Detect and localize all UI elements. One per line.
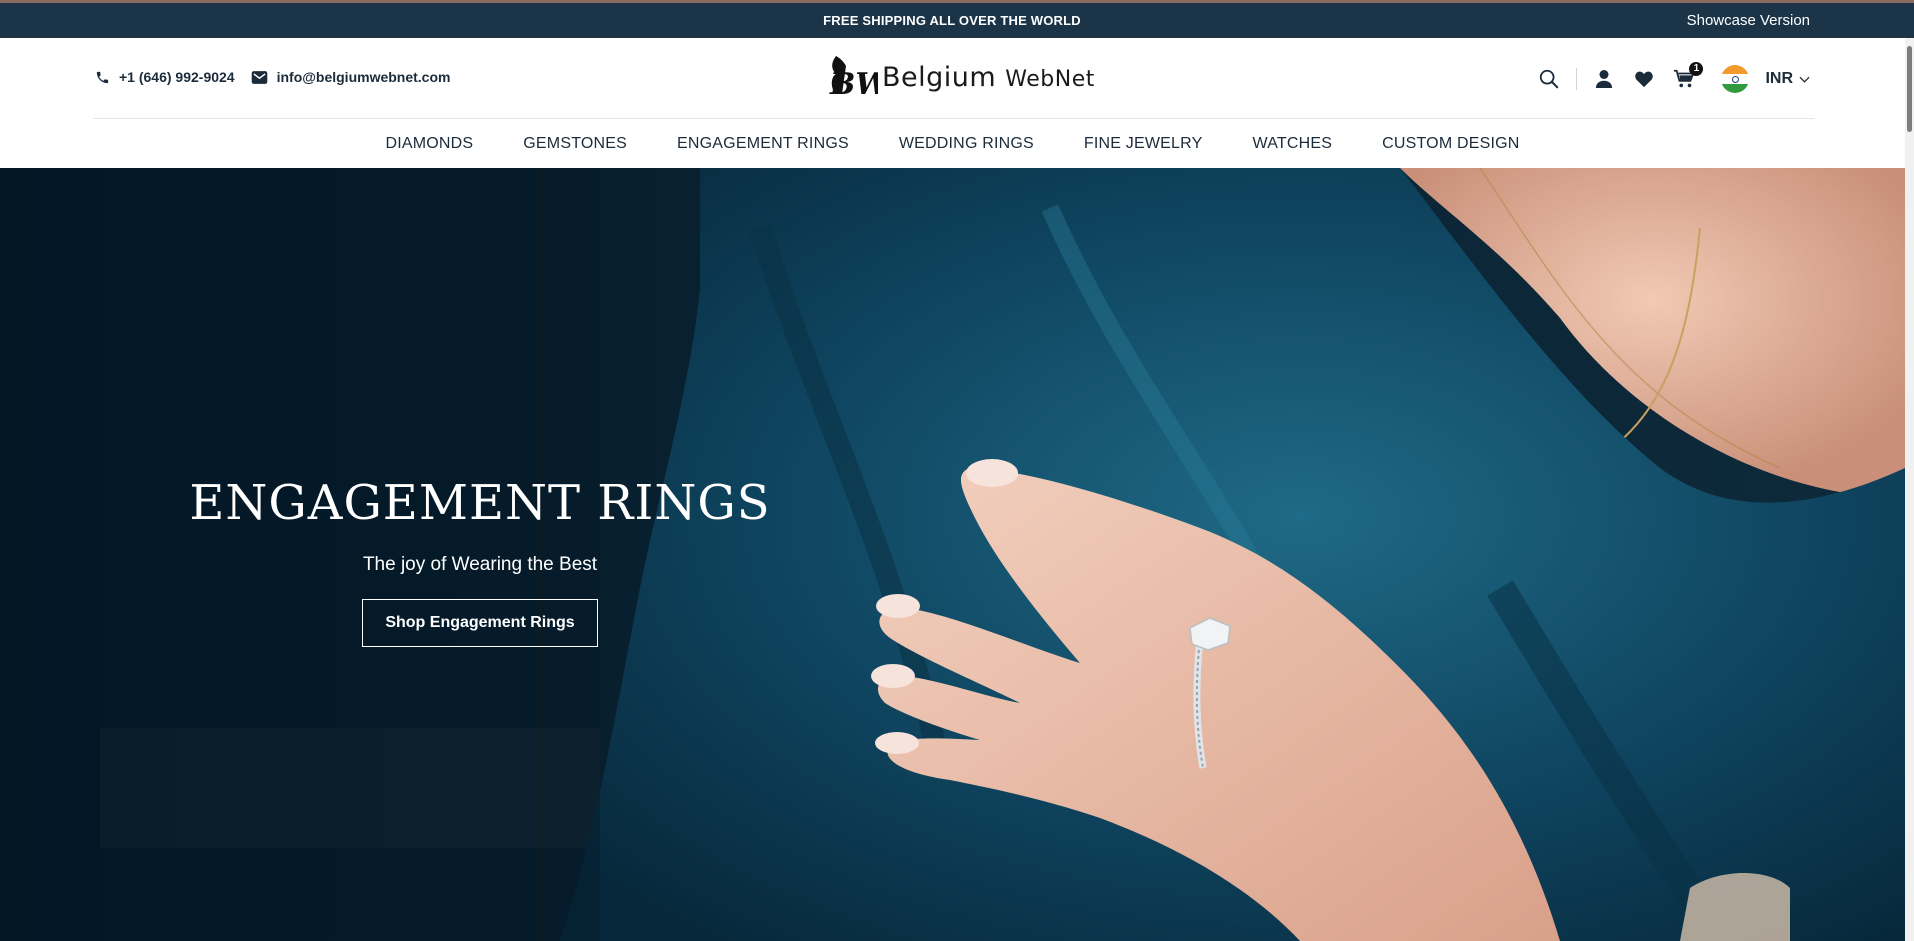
nav-item-watches[interactable]: WATCHES [1252, 135, 1332, 153]
brand-main: Belgium [882, 61, 997, 93]
logo-mark-icon: BW [829, 56, 878, 100]
announcement-bar: FREE SHIPPING ALL OVER THE WORLD Showcas… [0, 3, 1914, 38]
contact-info: +1 (646) 992-9024 info@belgiumwebnet.com [93, 68, 466, 86]
user-icon [1596, 70, 1613, 88]
wishlist-button[interactable] [1631, 66, 1657, 92]
scrollbar-thumb[interactable] [1907, 46, 1912, 132]
account-button[interactable] [1591, 66, 1617, 92]
search-button[interactable] [1536, 66, 1562, 92]
currency-label: INR [1765, 70, 1793, 87]
brand-logo[interactable]: BW Belgium WebNet [826, 54, 1095, 100]
nav-item-wedding-rings[interactable]: WEDDING RINGS [899, 135, 1034, 153]
free-shipping-message: FREE SHIPPING ALL OVER THE WORLD [823, 13, 1081, 28]
heart-icon [1635, 71, 1654, 88]
chevron-down-icon [1799, 76, 1810, 83]
cart-button[interactable]: 1 [1671, 62, 1704, 92]
nav-item-gemstones[interactable]: GEMSTONES [523, 135, 627, 153]
showcase-version-link[interactable]: Showcase Version [1687, 3, 1810, 38]
phone-link[interactable]: +1 (646) 992-9024 [93, 68, 235, 86]
phone-icon [93, 68, 111, 86]
nav-item-fine-jewelry[interactable]: FINE JEWELRY [1084, 135, 1203, 153]
hero-banner: ENGAGEMENT RINGS The joy of Wearing the … [0, 168, 1905, 941]
brand-sub: WebNet [1005, 66, 1095, 92]
india-flag-icon[interactable] [1721, 65, 1750, 93]
email-address: info@belgiumwebnet.com [276, 69, 451, 85]
mail-icon [251, 68, 269, 86]
phone-number: +1 (646) 992-9024 [119, 69, 235, 85]
nav-item-custom-design[interactable]: CUSTOM DESIGN [1382, 135, 1519, 153]
site-header: +1 (646) 992-9024 info@belgiumwebnet.com… [0, 38, 1905, 168]
nav-item-diamonds[interactable]: DIAMONDS [385, 135, 473, 153]
svg-text:BW: BW [829, 67, 878, 100]
main-navigation: DIAMONDS GEMSTONES ENGAGEMENT RINGS WEDD… [0, 119, 1905, 168]
brand-name: Belgium WebNet [882, 62, 1095, 93]
nav-item-engagement-rings[interactable]: ENGAGEMENT RINGS [677, 135, 849, 153]
tools-divider [1576, 68, 1578, 90]
page-scrollbar[interactable] [1905, 38, 1914, 941]
shop-engagement-rings-button[interactable]: Shop Engagement Rings [362, 599, 598, 647]
cart-count-badge: 1 [1689, 62, 1704, 76]
hero-subtitle: The joy of Wearing the Best [362, 554, 598, 575]
search-icon [1540, 69, 1559, 89]
currency-selector[interactable]: INR [1765, 70, 1810, 88]
email-link[interactable]: info@belgiumwebnet.com [251, 68, 451, 86]
hero-title: ENGAGEMENT RINGS [189, 475, 771, 531]
header-tools: 1 INR [1536, 62, 1810, 94]
